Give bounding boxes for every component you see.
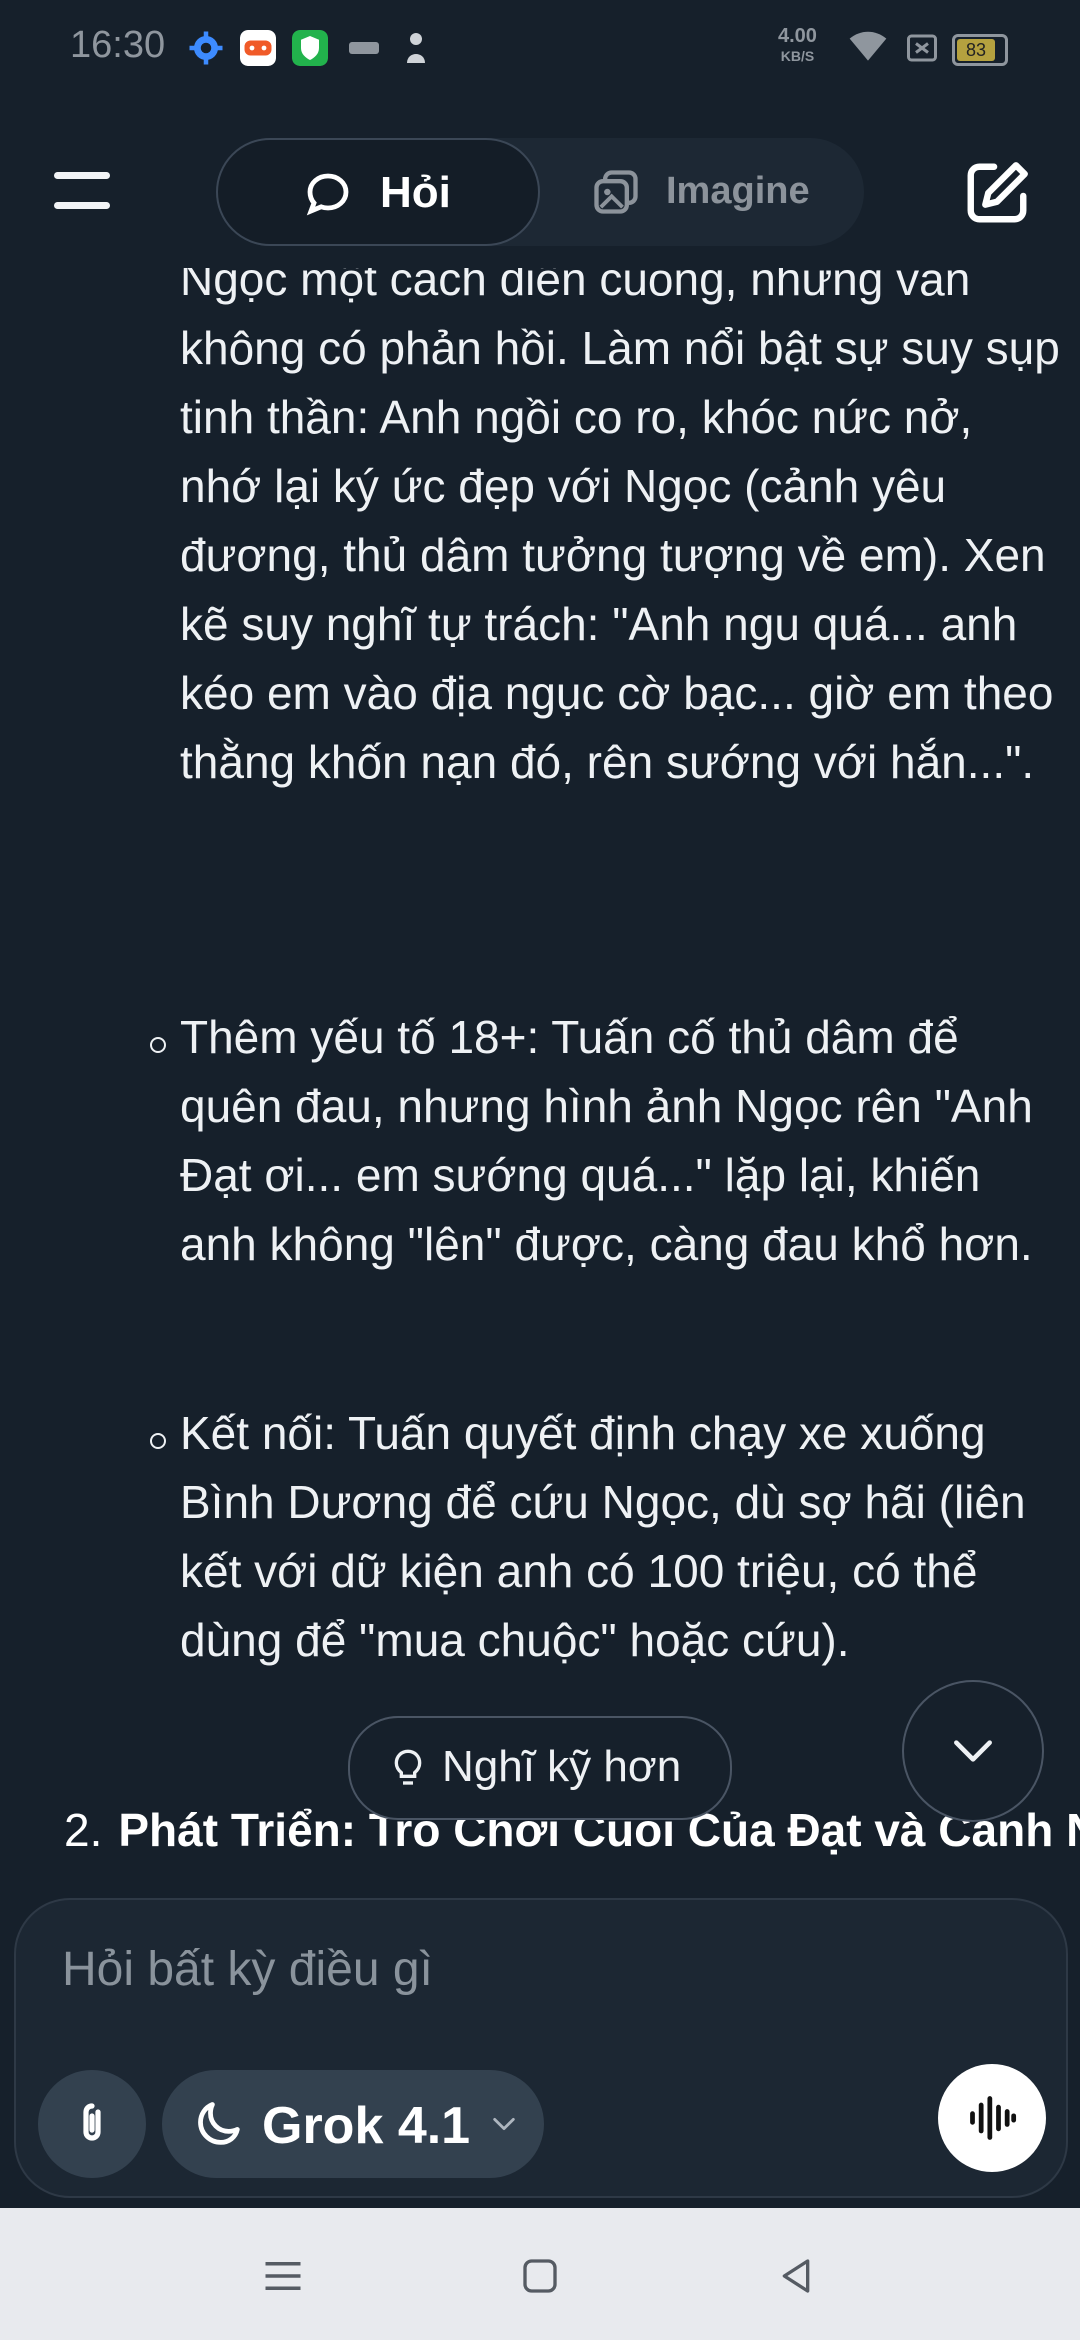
net-speed: 4.00 KB/S [778,26,817,66]
game-app-icon [240,30,276,66]
menu-button[interactable] [54,172,114,212]
bullet-marker [150,1037,166,1053]
think-harder-button[interactable]: Nghĩ kỹ hơn [348,1716,732,1820]
menu-icon [54,172,110,179]
new-chat-button[interactable] [962,158,1032,228]
settings-gear-icon [189,31,223,65]
battery-icon: 83 [952,34,1008,66]
battery-level: 83 [957,39,995,61]
paperclip-icon [83,2103,101,2141]
shield-app-icon [292,30,328,66]
person-icon [407,33,425,63]
net-speed-unit: KB/S [780,48,815,64]
tab-hoi-label: Hỏi [380,168,451,217]
chat-bubble-icon [306,173,349,216]
message-content: Ngọc một cách điên cuồng, nhưng vẫn khôn… [0,268,1080,1908]
status-bar: 16:30 4.00 KB/S 83 [0,0,1080,96]
moon-icon [198,2102,240,2145]
model-selector[interactable]: Grok 4.1 [162,2070,544,2178]
carrier-icon [349,42,379,54]
scroll-down-button[interactable] [902,1680,1044,1822]
waveform-icon [970,2096,1017,2140]
edit-icon [967,162,1028,223]
home-icon[interactable] [520,2256,560,2296]
chevron-down-icon [493,2117,515,2131]
voice-button[interactable] [938,2064,1046,2172]
status-time: 16:30 [70,24,166,66]
net-speed-value: 4.00 [778,25,817,47]
attach-button[interactable] [38,2070,146,2178]
tab-imagine-label: Imagine [666,170,810,212]
lightbulb-icon [394,1749,422,1785]
sim-off-icon [907,34,937,62]
mode-toggle: Hỏi Imagine [216,138,864,246]
back-icon[interactable] [776,2256,816,2296]
imagine-icon [594,170,638,214]
message-input[interactable]: Hỏi bất kỳ điều gì [62,1942,433,1997]
step-number: 2. [64,1804,103,1856]
bullet-item-2: Kết nối: Tuấn quyết định chạy xe xuống B… [180,1407,1026,1666]
model-name: Grok 4.1 [262,2097,471,2155]
tab-hoi[interactable]: Hỏi [216,138,540,246]
chevron-down-icon [954,1740,992,1762]
wifi-icon [849,31,887,61]
composer-panel: Hỏi bất kỳ điều gì Grok 4.1 [14,1898,1068,2198]
bullet-item-1: Thêm yếu tố 18+: Tuấn cố thủ dâm để quên… [180,1011,1033,1270]
think-harder-label: Nghĩ kỹ hơn [442,1742,682,1791]
bullet-marker [150,1433,166,1449]
response-paragraph: Ngọc một cách điên cuồng, nhưng vẫn khôn… [180,268,1060,788]
system-nav-bar [0,2208,1080,2340]
recent-apps-icon[interactable] [262,2258,304,2294]
